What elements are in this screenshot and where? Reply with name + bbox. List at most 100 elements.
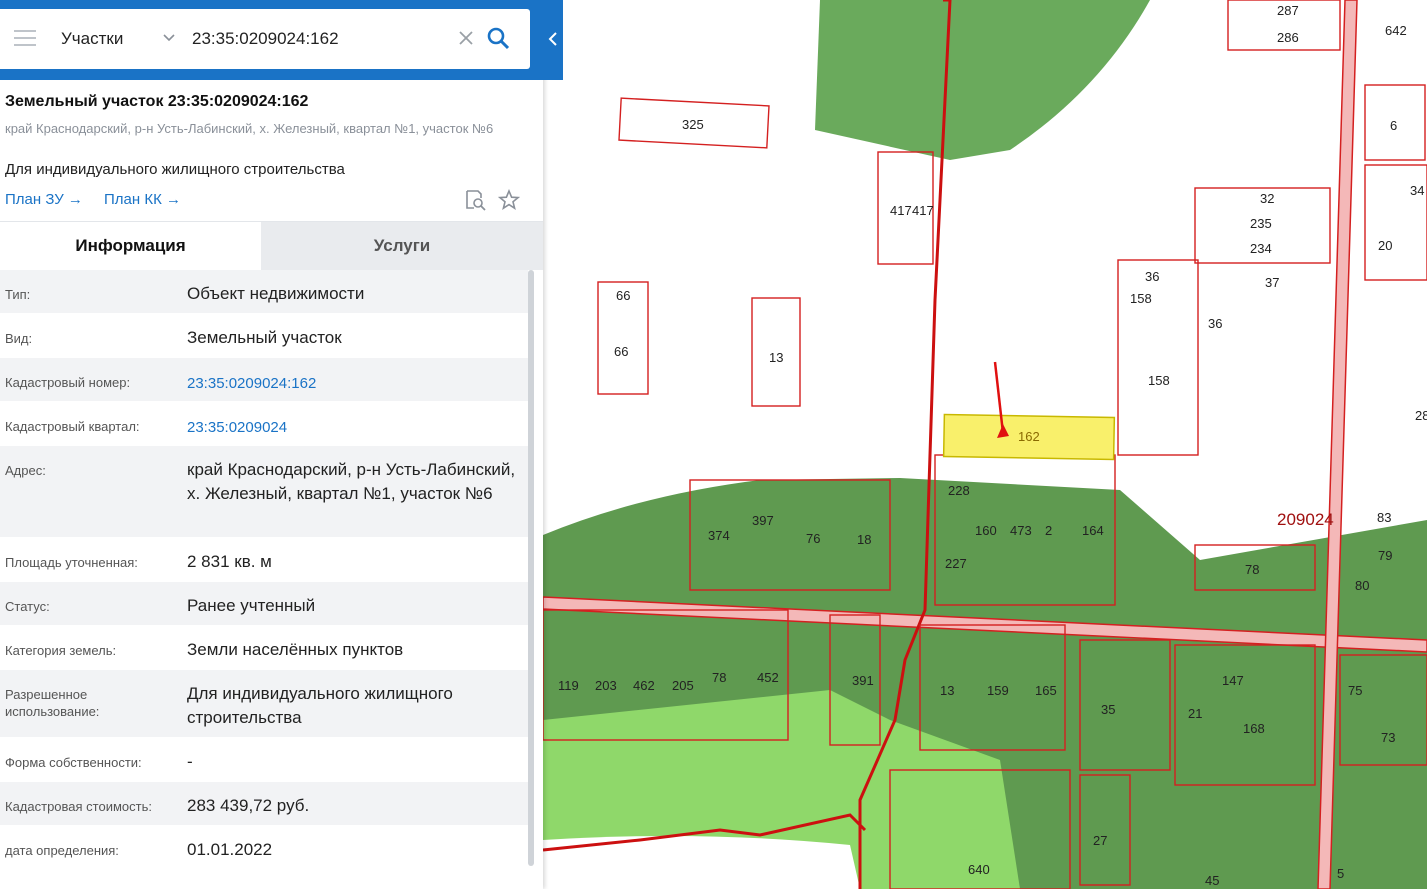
svg-text:640: 640: [968, 862, 990, 877]
tab-information[interactable]: Информация: [0, 222, 261, 270]
plan-kk-link[interactable]: План КК →: [104, 191, 181, 208]
close-icon[interactable]: [457, 29, 475, 47]
row-value: 01.01.2022: [187, 840, 273, 859]
svg-text:325: 325: [682, 117, 704, 132]
cadastral-quarter-link[interactable]: 23:35:0209024: [187, 416, 522, 440]
svg-text:473: 473: [1010, 523, 1032, 538]
svg-text:21: 21: [1188, 706, 1202, 721]
svg-text:286: 286: [1277, 30, 1299, 45]
svg-text:160: 160: [975, 523, 997, 538]
info-panel: Земельный участок 23:35:0209024:162 край…: [0, 0, 543, 889]
menu-icon[interactable]: [14, 30, 36, 48]
svg-text:5: 5: [1337, 866, 1344, 881]
info-row: дата определения: 01.01.2022: [0, 826, 528, 870]
tab-bar: Информация Услуги: [0, 221, 543, 270]
svg-text:287: 287: [1277, 3, 1299, 18]
collapse-panel-icon[interactable]: [543, 24, 563, 54]
quarter-label: 209024: [1277, 510, 1334, 529]
svg-text:66: 66: [616, 288, 630, 303]
scrollbar[interactable]: [528, 270, 534, 866]
row-label: Форма собственности:: [5, 755, 142, 770]
svg-text:452: 452: [757, 670, 779, 685]
svg-text:159: 159: [987, 683, 1009, 698]
row-value: Земли населённых пунктов: [187, 640, 404, 659]
row-value: Земельный участок: [187, 328, 342, 347]
svg-text:119: 119: [558, 678, 579, 693]
info-row: Вид: Земельный участок: [0, 314, 528, 358]
info-row: Статус: Ранее учтенный: [0, 582, 528, 626]
object-purpose: Для индивидуального жилищного строительс…: [5, 161, 345, 178]
object-address: край Краснодарский, р-н Усть-Лабинский, …: [5, 121, 494, 136]
row-label: Площадь уточненная:: [5, 555, 138, 570]
info-table: Тип: Объект недвижимости Вид: Земельный уч…: [0, 270, 528, 870]
row-value: 2 831 кв. м: [187, 552, 272, 571]
svg-text:27: 27: [1093, 833, 1107, 848]
row-label: Вид:: [5, 331, 33, 346]
svg-text:32: 32: [1260, 191, 1274, 206]
row-value: Ранее учтенный: [187, 596, 316, 615]
svg-text:158: 158: [1148, 373, 1170, 388]
row-label: Кадастровый квартал:: [5, 419, 140, 434]
search-input[interactable]: [192, 29, 442, 49]
svg-text:205: 205: [672, 678, 694, 693]
info-row: Площадь уточненная: 2 831 кв. м: [0, 538, 528, 582]
svg-text:2: 2: [1045, 523, 1052, 538]
search-icon[interactable]: [486, 26, 510, 50]
svg-text:36: 36: [1208, 316, 1222, 331]
row-value: -: [187, 752, 193, 771]
svg-text:235: 235: [1250, 216, 1272, 231]
svg-text:234: 234: [1250, 241, 1272, 256]
info-row: Адрес: край Краснодарский, р-н Усть-Лабин…: [0, 446, 528, 538]
svg-text:13: 13: [940, 683, 954, 698]
row-label: Тип:: [5, 287, 31, 302]
svg-text:34: 34: [1410, 183, 1424, 198]
svg-text:227: 227: [945, 556, 967, 571]
svg-text:462: 462: [633, 678, 655, 693]
svg-text:79: 79: [1378, 548, 1392, 563]
favorite-star-icon[interactable]: [498, 189, 520, 211]
svg-text:397: 397: [752, 513, 774, 528]
tab-services[interactable]: Услуги: [261, 222, 543, 270]
svg-text:147: 147: [1222, 673, 1244, 688]
row-value: Объект недвижимости: [187, 284, 365, 303]
svg-text:45: 45: [1205, 873, 1219, 888]
svg-text:642: 642: [1385, 23, 1407, 38]
row-value: 283 439,72 руб.: [187, 796, 310, 815]
svg-text:164: 164: [1082, 523, 1104, 538]
svg-text:28: 28: [1415, 408, 1427, 423]
document-search-icon[interactable]: [464, 189, 486, 211]
info-row: Категория земель: Земли населённых пункто…: [0, 626, 528, 670]
object-title: Земельный участок 23:35:0209024:162: [5, 93, 309, 110]
svg-text:6: 6: [1390, 118, 1397, 133]
info-row: Разрешенное использование: Для индивидуал…: [0, 670, 528, 738]
svg-text:80: 80: [1355, 578, 1369, 593]
svg-text:203: 203: [595, 678, 617, 693]
search-box: Участки: [0, 9, 530, 69]
svg-text:37: 37: [1265, 275, 1279, 290]
svg-text:78: 78: [1245, 562, 1259, 577]
row-label: Кадастровый номер:: [5, 375, 131, 390]
row-value: край Краснодарский, р-н Усть-Лабинский, …: [187, 460, 516, 503]
svg-text:13: 13: [769, 350, 783, 365]
svg-text:66: 66: [614, 344, 628, 359]
svg-text:75: 75: [1348, 683, 1362, 698]
info-row: Кадастровый номер: 23:35:0209024:162: [0, 358, 528, 402]
info-row: Кадастровая стоимость: 283 439,72 руб.: [0, 782, 528, 826]
object-type-select[interactable]: Участки: [61, 29, 123, 49]
row-value: Для индивидуального жилищного строительс…: [187, 684, 453, 727]
plan-zu-link[interactable]: План ЗУ →: [5, 191, 83, 208]
svg-text:76: 76: [806, 531, 820, 546]
row-label: Статус:: [5, 599, 50, 614]
svg-text:391: 391: [852, 673, 874, 688]
chevron-down-icon[interactable]: [162, 31, 176, 45]
svg-text:78: 78: [712, 670, 726, 685]
search-header: Участки: [0, 0, 563, 80]
cadastral-number-link[interactable]: 23:35:0209024:162: [187, 372, 522, 396]
info-row: Форма собственности: -: [0, 738, 528, 782]
svg-text:20: 20: [1378, 238, 1392, 253]
svg-text:228: 228: [948, 483, 970, 498]
svg-text:73: 73: [1381, 730, 1395, 745]
svg-text:158: 158: [1130, 291, 1152, 306]
svg-text:83: 83: [1377, 510, 1391, 525]
row-label: дата определения:: [5, 843, 119, 858]
